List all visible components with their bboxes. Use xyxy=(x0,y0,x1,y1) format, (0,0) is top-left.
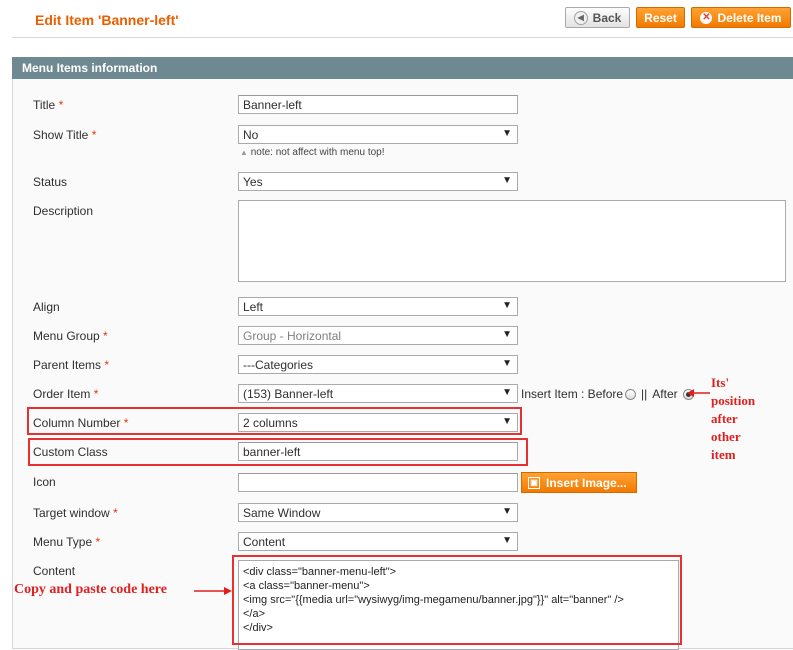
content-label: Content xyxy=(33,564,76,578)
menu-group-label: Menu Group * xyxy=(33,329,108,343)
position-annotation: Its' position after other item xyxy=(711,375,756,462)
icon-label: Icon xyxy=(33,475,56,489)
reset-button-label: Reset xyxy=(644,10,677,25)
align-select[interactable]: Left ▼ xyxy=(238,297,518,316)
dropdown-arrow-icon: ▼ xyxy=(502,300,512,311)
show-title-label: Show Title * xyxy=(33,128,97,142)
dropdown-arrow-icon: ▼ xyxy=(502,535,512,546)
dropdown-arrow-icon: ▼ xyxy=(502,329,512,340)
description-textarea[interactable] xyxy=(238,200,786,282)
dropdown-arrow-icon: ▼ xyxy=(502,128,512,139)
dropdown-arrow-icon: ▼ xyxy=(502,506,512,517)
target-window-label: Target window * xyxy=(33,506,118,520)
status-select[interactable]: Yes ▼ xyxy=(238,172,518,191)
delete-button-label: Delete Item xyxy=(717,10,782,25)
menu-type-label: Menu Type * xyxy=(33,535,101,549)
dropdown-arrow-icon: ▼ xyxy=(502,175,512,186)
back-button-label: Back xyxy=(592,10,622,25)
description-label: Description xyxy=(33,204,94,218)
position-arrow-icon xyxy=(687,389,710,397)
paste-arrow-icon xyxy=(194,587,232,595)
insert-image-label: Insert Image... xyxy=(546,475,627,490)
section-header: Menu Items information xyxy=(12,57,793,79)
insert-image-button[interactable]: ▣ Insert Image... xyxy=(521,472,637,493)
radio-before[interactable] xyxy=(625,388,637,400)
icon-input[interactable] xyxy=(238,473,518,492)
column-number-highlight xyxy=(27,407,522,435)
page-title: Edit Item 'Banner-left' xyxy=(35,12,179,28)
paste-annotation: Copy and paste code here xyxy=(14,582,167,597)
content-highlight xyxy=(232,555,682,645)
back-button[interactable]: ◀ Back xyxy=(565,7,630,28)
show-title-select[interactable]: No ▼ xyxy=(238,125,518,144)
insert-item-options: Insert Item : Before || After xyxy=(521,387,694,401)
menu-group-select[interactable]: Group - Horizontal ▼ xyxy=(238,326,518,345)
order-item-select[interactable]: (153) Banner-left ▼ xyxy=(238,384,518,403)
image-icon: ▣ xyxy=(528,476,540,489)
status-label: Status xyxy=(33,175,68,189)
insert-after-label: After xyxy=(652,387,678,401)
title-divider xyxy=(12,37,793,38)
menu-type-select[interactable]: Content ▼ xyxy=(238,532,518,551)
parent-items-label: Parent Items * xyxy=(33,358,110,372)
custom-class-highlight xyxy=(28,438,528,466)
show-title-note: ▲ note: not affect with menu top! xyxy=(240,147,385,158)
back-arrow-icon: ◀ xyxy=(573,10,588,25)
title-label: Title * xyxy=(33,98,64,112)
target-window-select[interactable]: Same Window ▼ xyxy=(238,503,518,522)
insert-separator: || xyxy=(641,387,648,401)
dropdown-arrow-icon: ▼ xyxy=(502,387,512,398)
insert-before-label: Insert Item : Before xyxy=(521,387,624,401)
order-item-label: Order Item * xyxy=(33,387,99,401)
note-triangle-icon: ▲ xyxy=(240,148,248,157)
reset-button[interactable]: Reset xyxy=(636,7,685,28)
title-input[interactable] xyxy=(238,95,518,114)
delete-item-button[interactable]: ✕ Delete Item xyxy=(691,7,791,28)
align-label: Align xyxy=(33,300,60,314)
parent-items-select[interactable]: ---Categories ▼ xyxy=(238,355,518,374)
delete-icon: ✕ xyxy=(700,11,713,24)
dropdown-arrow-icon: ▼ xyxy=(502,358,512,369)
